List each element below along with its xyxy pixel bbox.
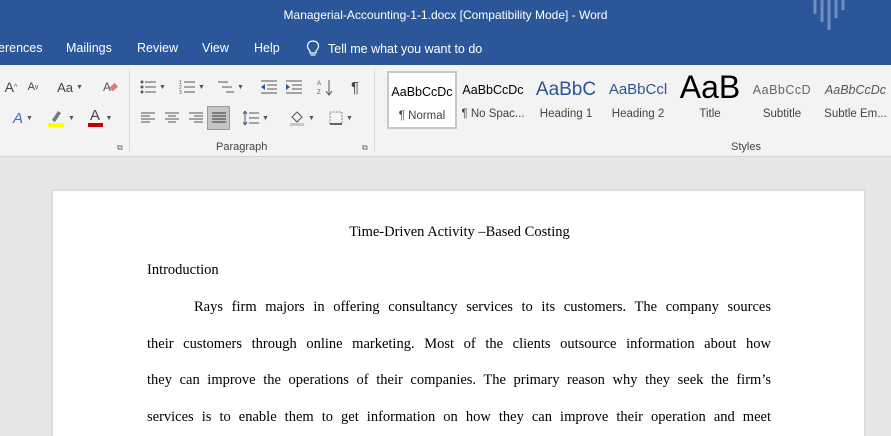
sort-button[interactable]: AZ bbox=[314, 76, 336, 98]
borders-icon bbox=[329, 111, 343, 125]
style-name: Heading 1 bbox=[539, 108, 593, 120]
style-sample: AaBbC bbox=[535, 79, 597, 100]
grow-font-button[interactable]: A ^ bbox=[2, 77, 20, 97]
window-title: Managerial-Accounting-1-1.docx [Compatib… bbox=[283, 8, 608, 22]
style-normal[interactable]: AaBbCcDc ¶ Normal bbox=[387, 71, 457, 129]
style-sample: AaBbCcD bbox=[752, 83, 812, 97]
tab-help[interactable]: Help bbox=[254, 41, 280, 55]
style-heading-2[interactable]: AaBbCcl Heading 2 bbox=[603, 71, 673, 129]
paragraph-line[interactable]: they can improve the operations of their… bbox=[147, 372, 771, 389]
ribbon-tabs: erences Mailings Review View Help Tell m… bbox=[0, 33, 891, 65]
lightbulb-icon bbox=[306, 40, 320, 56]
style-sample: AaB bbox=[679, 71, 741, 105]
style-subtitle[interactable]: AaBbCcD Subtitle bbox=[747, 71, 817, 129]
font-dialog-launcher[interactable]: ⧉ bbox=[117, 143, 126, 152]
style-name: ¶ Normal bbox=[398, 110, 446, 122]
paragraph-line[interactable]: services is to enable them to get inform… bbox=[147, 409, 771, 426]
shading-button[interactable]: ▼ bbox=[285, 107, 319, 129]
highlight-color-button[interactable]: ▼ bbox=[44, 107, 78, 129]
bullets-button[interactable]: ▼ bbox=[138, 76, 168, 98]
tab-mailings[interactable]: Mailings bbox=[66, 41, 112, 55]
style-name: Heading 2 bbox=[611, 108, 665, 120]
align-center-icon bbox=[165, 112, 179, 123]
paragraph-group-label: Paragraph bbox=[216, 141, 268, 153]
paragraph-line[interactable]: their customers through online marketing… bbox=[147, 336, 771, 353]
sort-icon: AZ bbox=[317, 80, 333, 96]
style-name: Title bbox=[699, 108, 721, 120]
style-no-spacing[interactable]: AaBbCcDc ¶ No Spac... bbox=[458, 71, 528, 129]
svg-text:A: A bbox=[103, 80, 111, 94]
tab-review[interactable]: Review bbox=[137, 41, 178, 55]
align-left-button[interactable] bbox=[138, 107, 158, 129]
document-title[interactable]: Time-Driven Activity –Based Costing bbox=[53, 224, 866, 241]
multilevel-list-button[interactable]: ▼ bbox=[216, 76, 246, 98]
paragraph-dialog-launcher[interactable]: ⧉ bbox=[362, 143, 371, 152]
shrink-font-button[interactable]: Av bbox=[24, 77, 42, 97]
style-title[interactable]: AaB Title bbox=[675, 71, 745, 129]
multilevel-list-icon bbox=[218, 81, 235, 93]
align-right-icon bbox=[189, 112, 203, 123]
highlighter-icon bbox=[48, 111, 65, 127]
line-spacing-icon bbox=[243, 111, 260, 125]
style-heading-1[interactable]: AaBbC Heading 1 bbox=[531, 71, 601, 129]
clear-formatting-button[interactable]: A bbox=[100, 77, 120, 97]
numbering-button[interactable]: 1 2 3 ▼ bbox=[177, 76, 207, 98]
title-bar: Managerial-Accounting-1-1.docx [Compatib… bbox=[0, 0, 891, 33]
document-page[interactable]: Time-Driven Activity –Based Costing Intr… bbox=[52, 190, 865, 436]
tab-references[interactable]: erences bbox=[0, 41, 42, 55]
show-formatting-marks-button[interactable]: ¶ bbox=[344, 76, 366, 98]
style-name: Subtle Em... bbox=[824, 108, 887, 120]
paragraph-line[interactable]: Rays firm majors in offering consultancy… bbox=[147, 299, 771, 316]
font-color-button[interactable]: A ▼ bbox=[82, 107, 118, 129]
svg-text:3: 3 bbox=[179, 90, 182, 94]
tab-view[interactable]: View bbox=[202, 41, 229, 55]
align-right-button[interactable] bbox=[186, 107, 206, 129]
tell-me-text: Tell me what you want to do bbox=[328, 41, 483, 56]
decrease-indent-icon bbox=[261, 80, 277, 94]
style-subtle-emphasis[interactable]: AaBbCcDc Subtle Em... bbox=[820, 71, 891, 129]
align-left-icon bbox=[141, 112, 155, 123]
text-effects-button[interactable]: A ▼ bbox=[6, 107, 40, 129]
justify-icon bbox=[211, 112, 226, 123]
style-sample: AaBbCcDc bbox=[462, 83, 524, 97]
style-name: ¶ No Spac... bbox=[461, 108, 525, 120]
line-spacing-button[interactable]: ▼ bbox=[240, 107, 272, 129]
eraser-icon: A bbox=[103, 80, 118, 94]
decrease-indent-button[interactable] bbox=[258, 76, 280, 98]
style-sample: AaBbCcl bbox=[608, 81, 668, 98]
change-case-button[interactable]: Aa ▼ bbox=[53, 77, 87, 97]
styles-group-label: Styles bbox=[731, 141, 761, 153]
tell-me-box[interactable]: Tell me what you want to do bbox=[306, 40, 482, 57]
style-sample: AaBbCcDc bbox=[391, 85, 453, 99]
style-name: Subtitle bbox=[762, 108, 802, 120]
paint-bucket-icon bbox=[290, 111, 305, 126]
justify-button[interactable] bbox=[207, 106, 230, 130]
document-heading[interactable]: Introduction bbox=[147, 262, 771, 279]
document-area[interactable]: Time-Driven Activity –Based Costing Intr… bbox=[0, 157, 891, 436]
group-separator bbox=[129, 69, 130, 151]
ribbon: A ^ Av Aa ▼ A A ▼ ▼ A ▼ ⧉ ▼ 1 2 3 ▼ ▼ AZ ¶ bbox=[0, 65, 891, 157]
style-sample: AaBbCcDc bbox=[824, 83, 887, 97]
group-separator bbox=[374, 69, 375, 151]
align-center-button[interactable] bbox=[162, 107, 182, 129]
increase-indent-button[interactable] bbox=[283, 76, 305, 98]
bullets-icon bbox=[140, 80, 157, 94]
svg-text:Z: Z bbox=[317, 90, 321, 96]
borders-button[interactable]: ▼ bbox=[324, 107, 358, 129]
numbering-icon: 123 bbox=[179, 80, 196, 94]
increase-indent-icon bbox=[286, 80, 302, 94]
svg-text:A: A bbox=[317, 81, 321, 87]
pilcrow-icon: ¶ bbox=[350, 78, 360, 96]
title-bar-decoration-icon bbox=[813, 0, 845, 30]
